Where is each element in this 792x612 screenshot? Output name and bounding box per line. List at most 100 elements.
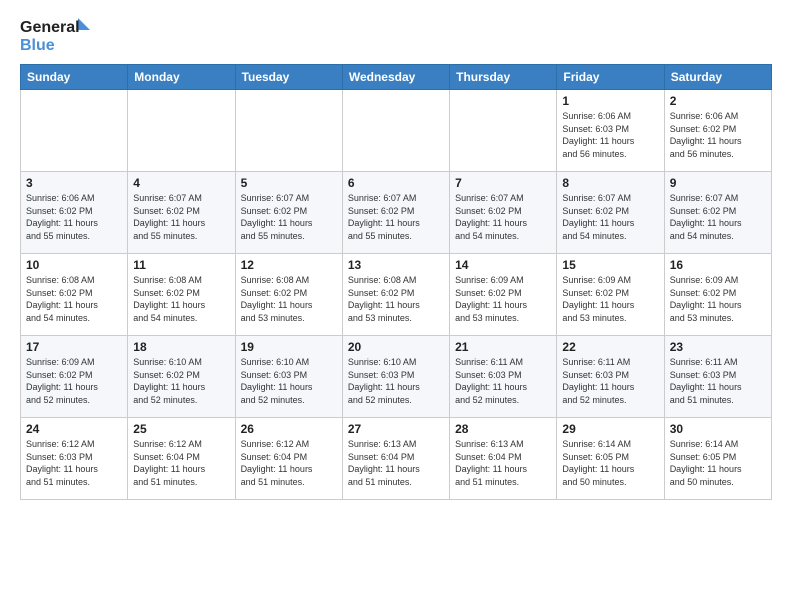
day-info: Sunrise: 6:07 AM Sunset: 6:02 PM Dayligh… [562, 192, 658, 242]
day-info: Sunrise: 6:13 AM Sunset: 6:04 PM Dayligh… [455, 438, 551, 488]
day-number: 6 [348, 176, 444, 190]
day-number: 30 [670, 422, 766, 436]
day-info: Sunrise: 6:10 AM Sunset: 6:03 PM Dayligh… [241, 356, 337, 406]
calendar-cell [235, 90, 342, 172]
day-info: Sunrise: 6:12 AM Sunset: 6:03 PM Dayligh… [26, 438, 122, 488]
day-info: Sunrise: 6:08 AM Sunset: 6:02 PM Dayligh… [348, 274, 444, 324]
day-number: 11 [133, 258, 229, 272]
day-number: 18 [133, 340, 229, 354]
day-number: 15 [562, 258, 658, 272]
day-number: 14 [455, 258, 551, 272]
day-info: Sunrise: 6:11 AM Sunset: 6:03 PM Dayligh… [455, 356, 551, 406]
day-info: Sunrise: 6:06 AM Sunset: 6:02 PM Dayligh… [26, 192, 122, 242]
calendar-cell: 24 Sunrise: 6:12 AM Sunset: 6:03 PM Dayli… [21, 418, 128, 500]
day-info: Sunrise: 6:12 AM Sunset: 6:04 PM Dayligh… [133, 438, 229, 488]
calendar-cell: 16 Sunrise: 6:09 AM Sunset: 6:02 PM Dayli… [664, 254, 771, 336]
day-number: 17 [26, 340, 122, 354]
day-info: Sunrise: 6:08 AM Sunset: 6:02 PM Dayligh… [133, 274, 229, 324]
day-number: 12 [241, 258, 337, 272]
calendar-cell: 3 Sunrise: 6:06 AM Sunset: 6:02 PM Daylig… [21, 172, 128, 254]
calendar-cell: 9 Sunrise: 6:07 AM Sunset: 6:02 PM Daylig… [664, 172, 771, 254]
calendar-cell: 14 Sunrise: 6:09 AM Sunset: 6:02 PM Dayli… [450, 254, 557, 336]
weekday-header-tuesday: Tuesday [235, 65, 342, 90]
calendar-table: SundayMondayTuesdayWednesdayThursdayFrid… [20, 64, 772, 500]
day-number: 3 [26, 176, 122, 190]
day-number: 26 [241, 422, 337, 436]
day-number: 20 [348, 340, 444, 354]
calendar-week-1: 1 Sunrise: 6:06 AM Sunset: 6:03 PM Daylig… [21, 90, 772, 172]
day-number: 13 [348, 258, 444, 272]
day-number: 5 [241, 176, 337, 190]
calendar-cell: 21 Sunrise: 6:11 AM Sunset: 6:03 PM Dayli… [450, 336, 557, 418]
calendar-week-4: 17 Sunrise: 6:09 AM Sunset: 6:02 PM Dayli… [21, 336, 772, 418]
calendar-cell: 27 Sunrise: 6:13 AM Sunset: 6:04 PM Dayli… [342, 418, 449, 500]
calendar-cell: 15 Sunrise: 6:09 AM Sunset: 6:02 PM Dayli… [557, 254, 664, 336]
day-number: 9 [670, 176, 766, 190]
calendar-cell: 11 Sunrise: 6:08 AM Sunset: 6:02 PM Dayli… [128, 254, 235, 336]
day-info: Sunrise: 6:07 AM Sunset: 6:02 PM Dayligh… [670, 192, 766, 242]
day-info: Sunrise: 6:06 AM Sunset: 6:02 PM Dayligh… [670, 110, 766, 160]
day-info: Sunrise: 6:07 AM Sunset: 6:02 PM Dayligh… [455, 192, 551, 242]
day-info: Sunrise: 6:10 AM Sunset: 6:03 PM Dayligh… [348, 356, 444, 406]
calendar-cell: 29Sunrise: 6:14 AM Sunset: 6:05 PM Dayli… [557, 418, 664, 500]
calendar-cell: 18Sunrise: 6:10 AM Sunset: 6:02 PM Dayli… [128, 336, 235, 418]
svg-text:Blue: Blue [20, 37, 55, 54]
day-number: 24 [26, 422, 122, 436]
svg-text:General: General [20, 19, 80, 36]
calendar-cell: 6 Sunrise: 6:07 AM Sunset: 6:02 PM Daylig… [342, 172, 449, 254]
weekday-header-row: SundayMondayTuesdayWednesdayThursdayFrid… [21, 65, 772, 90]
day-info: Sunrise: 6:12 AM Sunset: 6:04 PM Dayligh… [241, 438, 337, 488]
day-info: Sunrise: 6:07 AM Sunset: 6:02 PM Dayligh… [348, 192, 444, 242]
calendar-week-3: 10 Sunrise: 6:08 AM Sunset: 6:02 PM Dayli… [21, 254, 772, 336]
day-number: 4 [133, 176, 229, 190]
calendar-cell: 25 Sunrise: 6:12 AM Sunset: 6:04 PM Dayli… [128, 418, 235, 500]
day-info: Sunrise: 6:13 AM Sunset: 6:04 PM Dayligh… [348, 438, 444, 488]
day-number: 1 [562, 94, 658, 108]
day-info: Sunrise: 6:09 AM Sunset: 6:02 PM Dayligh… [26, 356, 122, 406]
calendar-cell [21, 90, 128, 172]
calendar-week-2: 3 Sunrise: 6:06 AM Sunset: 6:02 PM Daylig… [21, 172, 772, 254]
calendar-cell: 23Sunrise: 6:11 AM Sunset: 6:03 PM Dayli… [664, 336, 771, 418]
weekday-header-saturday: Saturday [664, 65, 771, 90]
calendar-cell: 10 Sunrise: 6:08 AM Sunset: 6:02 PM Dayli… [21, 254, 128, 336]
calendar-cell: 5 Sunrise: 6:07 AM Sunset: 6:02 PM Daylig… [235, 172, 342, 254]
day-info: Sunrise: 6:11 AM Sunset: 6:03 PM Dayligh… [562, 356, 658, 406]
weekday-header-friday: Friday [557, 65, 664, 90]
calendar-cell: 30 Sunrise: 6:14 AM Sunset: 6:05 PM Dayli… [664, 418, 771, 500]
day-number: 21 [455, 340, 551, 354]
day-info: Sunrise: 6:07 AM Sunset: 6:02 PM Dayligh… [241, 192, 337, 242]
calendar-cell: 20 Sunrise: 6:10 AM Sunset: 6:03 PM Dayli… [342, 336, 449, 418]
weekday-header-thursday: Thursday [450, 65, 557, 90]
calendar-cell [342, 90, 449, 172]
calendar-cell: 12Sunrise: 6:08 AM Sunset: 6:02 PM Dayli… [235, 254, 342, 336]
day-info: Sunrise: 6:11 AM Sunset: 6:03 PM Dayligh… [670, 356, 766, 406]
calendar-cell: 28 Sunrise: 6:13 AM Sunset: 6:04 PM Dayli… [450, 418, 557, 500]
day-number: 10 [26, 258, 122, 272]
calendar-cell: 22Sunrise: 6:11 AM Sunset: 6:03 PM Dayli… [557, 336, 664, 418]
day-number: 19 [241, 340, 337, 354]
calendar-cell: 17 Sunrise: 6:09 AM Sunset: 6:02 PM Dayli… [21, 336, 128, 418]
calendar-cell: 8Sunrise: 6:07 AM Sunset: 6:02 PM Daylig… [557, 172, 664, 254]
day-info: Sunrise: 6:09 AM Sunset: 6:02 PM Dayligh… [670, 274, 766, 324]
day-number: 25 [133, 422, 229, 436]
day-info: Sunrise: 6:09 AM Sunset: 6:02 PM Dayligh… [455, 274, 551, 324]
logo: GeneralBlue [20, 16, 100, 54]
weekday-header-wednesday: Wednesday [342, 65, 449, 90]
day-number: 28 [455, 422, 551, 436]
calendar-cell: 26 Sunrise: 6:12 AM Sunset: 6:04 PM Dayli… [235, 418, 342, 500]
calendar-cell [128, 90, 235, 172]
day-number: 27 [348, 422, 444, 436]
page-header: GeneralBlue [20, 16, 772, 54]
day-info: Sunrise: 6:07 AM Sunset: 6:02 PM Dayligh… [133, 192, 229, 242]
calendar-cell: 1 Sunrise: 6:06 AM Sunset: 6:03 PM Daylig… [557, 90, 664, 172]
day-info: Sunrise: 6:09 AM Sunset: 6:02 PM Dayligh… [562, 274, 658, 324]
day-number: 16 [670, 258, 766, 272]
day-number: 7 [455, 176, 551, 190]
day-number: 2 [670, 94, 766, 108]
day-info: Sunrise: 6:14 AM Sunset: 6:05 PM Dayligh… [670, 438, 766, 488]
calendar-week-5: 24 Sunrise: 6:12 AM Sunset: 6:03 PM Dayli… [21, 418, 772, 500]
day-info: Sunrise: 6:08 AM Sunset: 6:02 PM Dayligh… [26, 274, 122, 324]
day-info: Sunrise: 6:06 AM Sunset: 6:03 PM Dayligh… [562, 110, 658, 160]
calendar-cell: 7 Sunrise: 6:07 AM Sunset: 6:02 PM Daylig… [450, 172, 557, 254]
logo-icon: GeneralBlue [20, 16, 100, 54]
